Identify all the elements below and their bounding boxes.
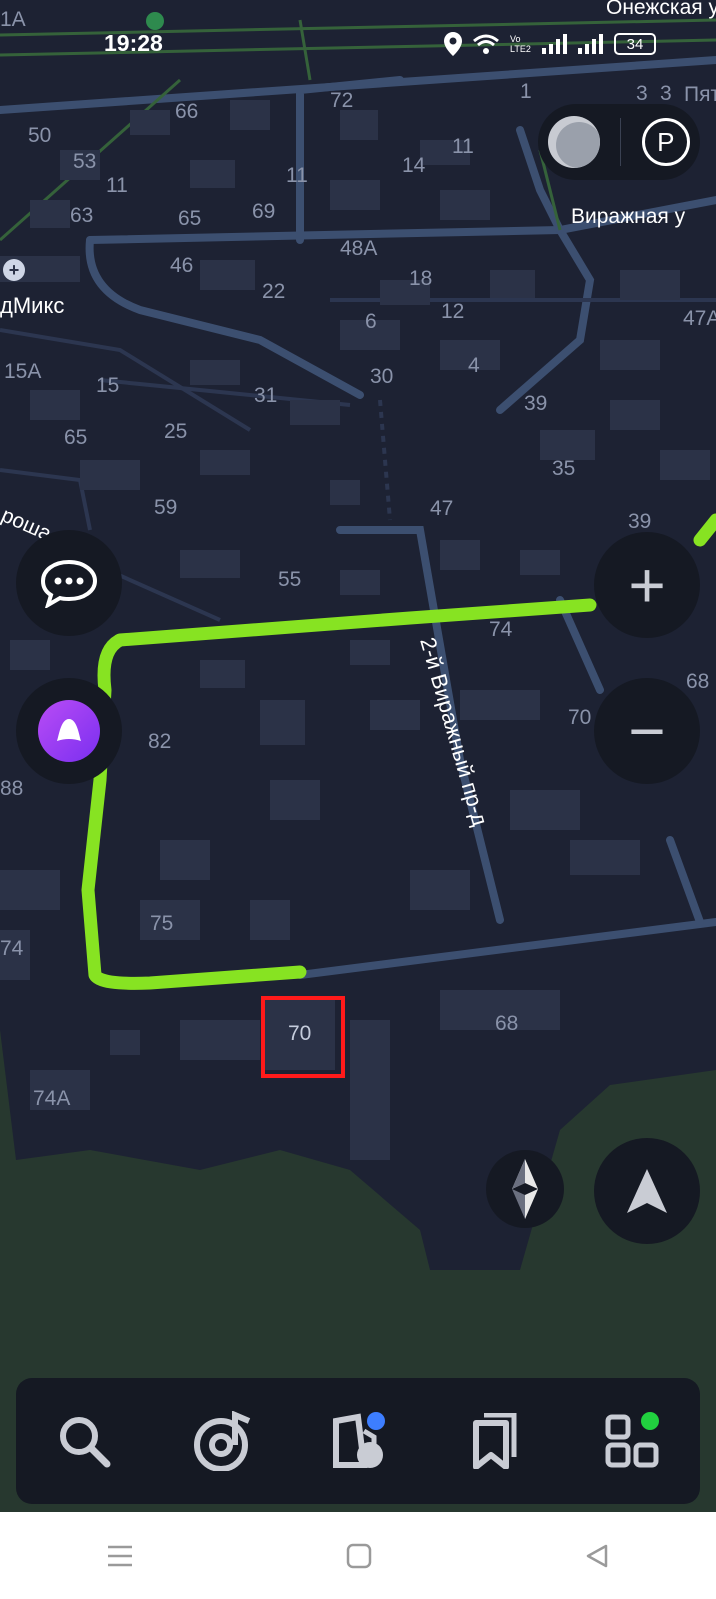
house-number: 68 (686, 670, 709, 693)
tab-music[interactable] (186, 1406, 256, 1476)
navigation-arrow-icon (627, 1169, 667, 1213)
house-number: 35 (552, 457, 575, 480)
minus-icon: − (628, 695, 666, 767)
house-number: 70 (568, 706, 591, 729)
house-number: 63 (70, 204, 93, 227)
house-number: 39 (524, 392, 547, 415)
house-number: 31 (254, 384, 277, 407)
house-number: 68 (495, 1012, 518, 1035)
tab-search[interactable] (49, 1406, 119, 1476)
location-icon (444, 32, 462, 56)
svg-text:+: + (9, 260, 20, 280)
house-number: 74А (33, 1087, 70, 1110)
house-number: 55 (278, 568, 301, 591)
house-number: 72 (330, 89, 353, 112)
selected-house-highlight (261, 996, 345, 1078)
layers-button[interactable] (548, 116, 601, 168)
house-number: 12 (441, 300, 464, 323)
alice-icon (38, 700, 100, 762)
system-navigation-bar (0, 1512, 716, 1599)
house-number: 1 (520, 80, 532, 103)
bottom-tab-bar (16, 1378, 700, 1504)
layers-parking-toggle: P (538, 104, 700, 180)
bookmark-icon (472, 1413, 517, 1469)
alice-assistant-button[interactable] (16, 678, 122, 784)
house-number: 46 (170, 254, 193, 277)
house-number: 47А (683, 307, 716, 330)
house-number: 11 (106, 174, 128, 197)
signal-icon-2 (578, 34, 603, 54)
house-number: 50 (28, 124, 51, 147)
tab-fuel[interactable] (323, 1406, 393, 1476)
house-number: 3 (660, 82, 672, 105)
zoom-out-button[interactable]: − (594, 678, 700, 784)
services-badge (640, 1412, 659, 1430)
house-number: 15А (4, 360, 41, 383)
home-icon[interactable] (346, 1543, 372, 1569)
house-number: 39 (628, 510, 651, 533)
network-type-label: Vo LTE2 (510, 34, 531, 54)
house-number: 53 (73, 150, 96, 173)
house-number: Пят (684, 83, 716, 106)
battery-indicator: 34 (614, 33, 656, 55)
house-number: 48А (340, 237, 377, 260)
chat-icon (40, 559, 98, 608)
compass-icon (512, 1159, 538, 1219)
wifi-icon (473, 34, 499, 54)
house-number: 11 (286, 164, 308, 187)
house-number: 74 (489, 618, 513, 641)
house-number: 14 (402, 154, 426, 177)
signal-icon (542, 34, 567, 54)
plus-icon: + (628, 549, 666, 621)
house-number: 66 (175, 100, 198, 123)
layers-icon (556, 122, 601, 168)
house-number: 65 (178, 207, 201, 230)
house-number: 75 (150, 912, 173, 935)
back-icon[interactable] (584, 1543, 610, 1569)
street-label-virazhnaya: Виражная у (571, 205, 686, 228)
house-number: 4 (468, 354, 480, 377)
house-number: 88 (0, 777, 23, 800)
zoom-in-button[interactable]: + (594, 532, 700, 638)
house-number: 15 (96, 374, 119, 397)
house-number: 18 (409, 267, 432, 290)
locate-me-button[interactable] (594, 1138, 700, 1244)
house-number: 74 (0, 937, 24, 960)
fuel-notification-icon (146, 12, 164, 30)
fuel-badge (366, 1412, 385, 1430)
map[interactable]: 66 72 1 3 50 53 11 11 14 11 63 65 69 48А 46 18 22 6 12 47А 1… (0, 0, 716, 1599)
house-number: 69 (252, 200, 275, 223)
status-time: 19:28 (104, 30, 163, 56)
house-number: 47 (430, 497, 453, 520)
menu-icon[interactable] (106, 1544, 134, 1568)
compass-button[interactable] (486, 1150, 564, 1228)
house-number: 59 (154, 496, 177, 519)
house-number: 3 (636, 82, 648, 105)
music-icon (194, 1411, 251, 1471)
search-icon (60, 1417, 111, 1468)
parking-icon: P (657, 126, 675, 157)
poi-label-mix: дМикс (0, 293, 64, 318)
status-bar: 19:28 Vo LTE2 34 (0, 0, 716, 80)
house-number: 22 (262, 280, 285, 303)
tab-services[interactable] (597, 1406, 667, 1476)
house-number: 25 (164, 420, 187, 443)
house-number: 65 (64, 426, 87, 449)
house-number: 30 (370, 365, 393, 388)
chat-button[interactable] (16, 530, 122, 636)
tab-bookmarks[interactable] (460, 1406, 530, 1476)
house-number: 82 (148, 730, 171, 753)
house-number: 11 (452, 135, 474, 158)
house-number: 6 (365, 310, 377, 333)
status-icons: Vo LTE2 34 (444, 30, 656, 58)
parking-button[interactable]: P (641, 118, 690, 166)
